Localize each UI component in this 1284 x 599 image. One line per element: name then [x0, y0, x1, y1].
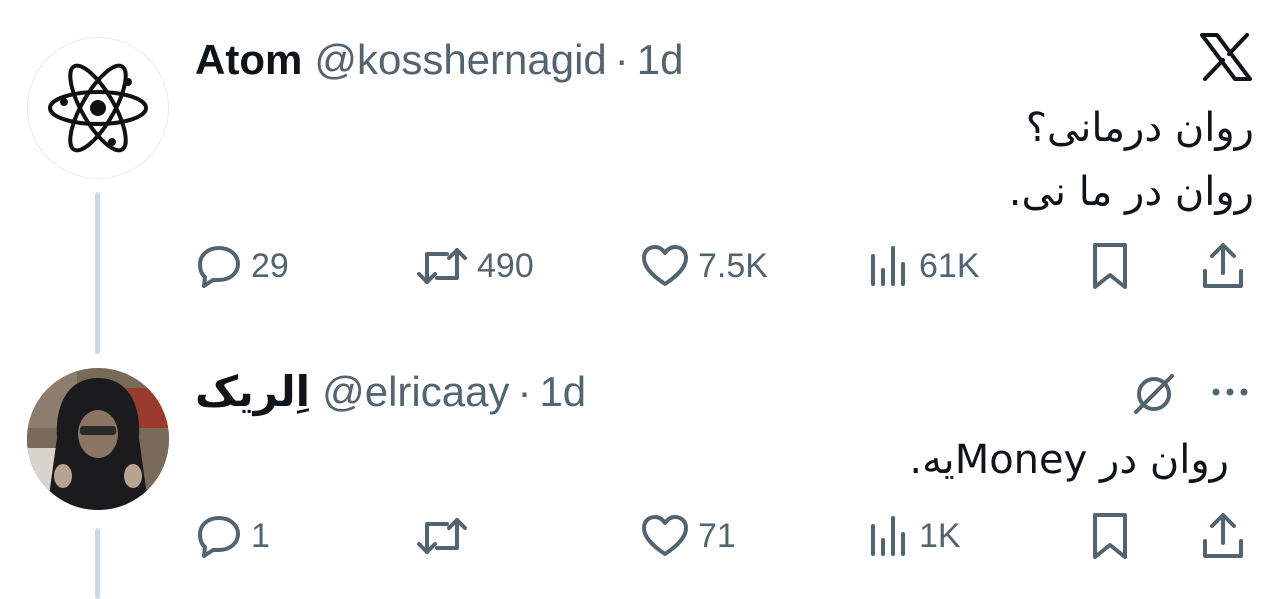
reply-count: 29 — [251, 246, 289, 285]
like-count: 71 — [698, 516, 736, 555]
reply-button[interactable]: 1 — [195, 506, 270, 566]
share-button[interactable] — [1200, 236, 1246, 296]
tweet-actions: 1 71 1K — [195, 506, 1255, 566]
display-name[interactable]: اِلریک — [195, 364, 310, 420]
bookmark-icon — [1093, 243, 1127, 289]
like-button[interactable]: 7.5K — [640, 236, 768, 296]
views-count: 61K — [919, 246, 980, 285]
repost-count: 490 — [477, 246, 534, 285]
more-options-icon[interactable] — [1208, 380, 1252, 404]
tweet-text-line: روان در Moneyیه. — [909, 437, 1229, 483]
repost-button[interactable]: 490 — [415, 236, 534, 296]
tweet-timestamp[interactable]: 1d — [539, 364, 586, 420]
separator-dot: · — [614, 36, 629, 83]
views-button[interactable]: 61K — [867, 236, 980, 296]
views-chart-icon — [871, 246, 905, 286]
share-icon — [1203, 243, 1243, 288]
like-button[interactable]: 71 — [640, 506, 736, 566]
atom-icon — [48, 63, 148, 153]
not-interested-icon[interactable] — [1130, 370, 1178, 418]
display-name[interactable]: Atom — [195, 32, 302, 88]
thread-connector-line — [95, 192, 100, 354]
reply-icon — [198, 246, 240, 288]
share-button[interactable] — [1200, 506, 1246, 566]
bookmark-button[interactable] — [1090, 236, 1130, 296]
bookmark-icon — [1093, 513, 1127, 559]
tweet-thread: Atom @kosshernagid · 1d روان درمانی؟ روا… — [0, 0, 1284, 599]
avatar-atom[interactable] — [27, 37, 169, 179]
tweet-text-line: روان درمانی؟ — [1025, 105, 1254, 151]
repost-icon — [417, 518, 467, 554]
views-chart-icon — [871, 516, 905, 556]
separator-dot: · — [517, 368, 532, 415]
user-handle[interactable]: @elricaay — [322, 364, 509, 420]
hooded-person-avatar — [27, 368, 169, 510]
thread-connector-line — [95, 528, 100, 599]
like-count: 7.5K — [698, 246, 768, 285]
bookmark-button[interactable] — [1090, 506, 1130, 566]
x-logo-icon — [1200, 33, 1252, 81]
tweet-header: اِلریک @elricaay · 1d — [195, 364, 586, 420]
heart-icon — [642, 515, 688, 556]
share-icon — [1203, 513, 1243, 558]
repost-button[interactable] — [415, 506, 477, 566]
tweet-header: Atom @kosshernagid · 1d — [195, 32, 684, 88]
user-handle[interactable]: @kosshernagid — [314, 32, 606, 88]
reply-icon — [198, 516, 240, 558]
repost-icon — [417, 248, 467, 284]
reply-button[interactable]: 29 — [195, 236, 289, 296]
views-button[interactable]: 1K — [867, 506, 961, 566]
heart-icon — [642, 245, 688, 286]
tweet-text-line: روان در ما نی. — [1008, 169, 1254, 215]
avatar-hooded-person[interactable] — [27, 368, 169, 510]
tweet-timestamp[interactable]: 1d — [637, 32, 684, 88]
reply-count: 1 — [251, 516, 270, 555]
tweet-actions: 29 490 7.5K 61K — [195, 236, 1255, 296]
views-count: 1K — [919, 516, 961, 555]
